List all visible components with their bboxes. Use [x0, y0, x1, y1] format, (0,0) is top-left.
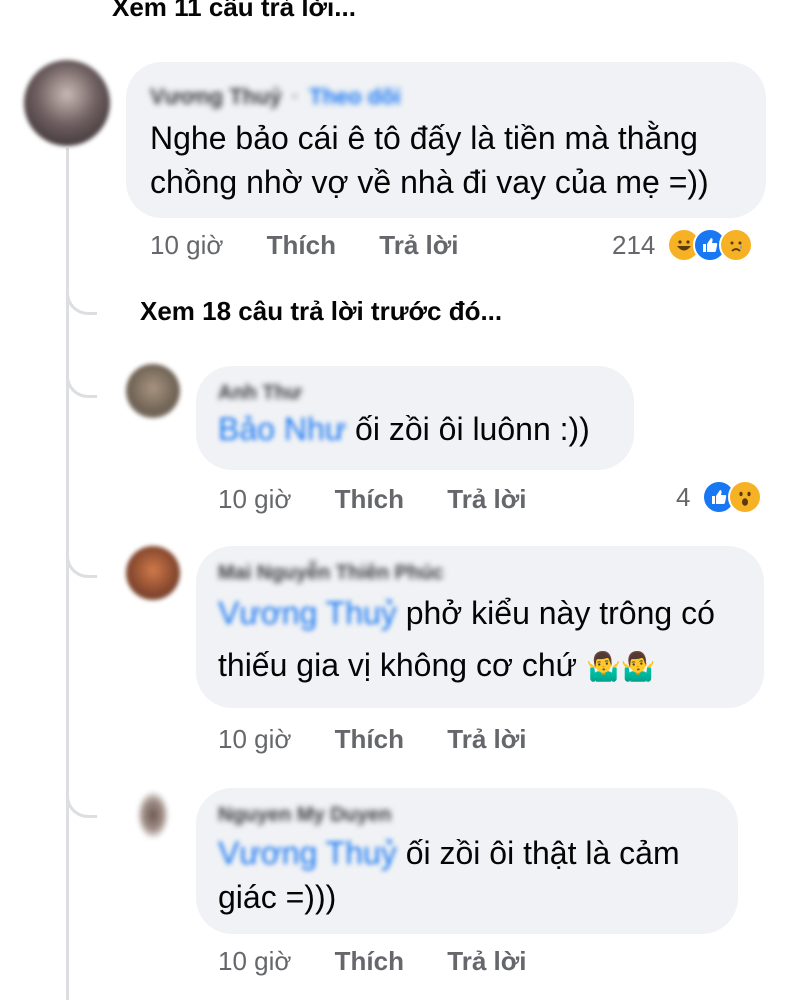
avatar[interactable] [24, 60, 110, 146]
view-more-replies-link[interactable]: Xem 11 câu trả lời... [112, 0, 356, 23]
avatar[interactable] [126, 546, 180, 600]
reply-actions: 10 giờ Thích Trả lời [218, 946, 562, 977]
reply-text: Vương Thuỷ ối zồi ôi thật là cảm giác =)… [218, 831, 716, 919]
comment-actions: 10 giờ Thích Trả lời [150, 230, 494, 261]
reply-text: Bảo Như ối zồi ôi luônn :)) [218, 407, 612, 451]
reply-author[interactable]: Nguyen My Duyen [218, 804, 716, 827]
thread-branch [66, 262, 97, 315]
reply-button[interactable]: Trả lời [379, 230, 458, 261]
mention-link[interactable]: Vương Thuỷ [218, 591, 397, 635]
like-button[interactable]: Thích [335, 484, 404, 515]
avatar[interactable] [126, 364, 180, 418]
reply-bubble: Mai Nguyễn Thiên Phúc Vương Thuỷ phở kiể… [196, 546, 764, 708]
reaction-summary[interactable]: 214 [612, 228, 754, 262]
reply-bubble: Nguyen My Duyen Vương Thuỷ ối zồi ôi thậ… [196, 788, 738, 934]
reply-actions: 10 giờ Thích Trả lời [218, 484, 562, 515]
mention-link[interactable]: Vương Thuỷ [218, 831, 397, 875]
sad-icon [719, 228, 754, 262]
avatar[interactable] [126, 788, 180, 842]
reply-button[interactable]: Trả lời [447, 484, 526, 515]
like-button[interactable]: Thích [335, 724, 404, 755]
timestamp[interactable]: 10 giờ [150, 230, 223, 261]
shrug-emoji: 🤷‍♂️🤷‍♂️ [585, 650, 656, 683]
follow-button[interactable]: Theo dõi [309, 84, 401, 110]
thread-branch [66, 340, 97, 398]
like-button[interactable]: Thích [335, 946, 404, 977]
reply-bubble: Anh Thư Bảo Như ối zồi ôi luônn :)) [196, 366, 634, 470]
reply-text: Vương Thuỷ phở kiểu này trông có thiếu g… [218, 591, 742, 689]
timestamp[interactable]: 10 giờ [218, 946, 291, 977]
reply-author[interactable]: Anh Thư [218, 382, 612, 405]
separator: · [291, 84, 300, 109]
like-button[interactable]: Thích [267, 230, 336, 261]
reply-author[interactable]: Mai Nguyễn Thiên Phúc [218, 562, 742, 585]
comment-author[interactable]: Vương Thuỷ [150, 84, 282, 110]
comment-bubble: Vương Thuỷ · Theo dõi Nghe bảo cái ê tô … [126, 62, 766, 218]
reaction-summary[interactable]: 4 [676, 480, 763, 514]
timestamp[interactable]: 10 giờ [218, 724, 291, 755]
mention-link[interactable]: Bảo Như [218, 407, 346, 451]
view-previous-replies-link[interactable]: Xem 18 câu trả lời trước đó... [140, 296, 502, 327]
timestamp[interactable]: 10 giờ [218, 484, 291, 515]
thread-branch [66, 740, 97, 818]
comment-text: Nghe bảo cái ê tô đấy là tiền mà thằng c… [150, 120, 709, 200]
reaction-count: 4 [676, 481, 691, 512]
reply-actions: 10 giờ Thích Trả lời [218, 724, 562, 755]
wow-icon [728, 480, 763, 514]
reply-button[interactable]: Trả lời [447, 946, 526, 977]
thread-branch [66, 510, 97, 578]
reaction-count: 214 [612, 229, 656, 260]
reply-button[interactable]: Trả lời [447, 724, 526, 755]
